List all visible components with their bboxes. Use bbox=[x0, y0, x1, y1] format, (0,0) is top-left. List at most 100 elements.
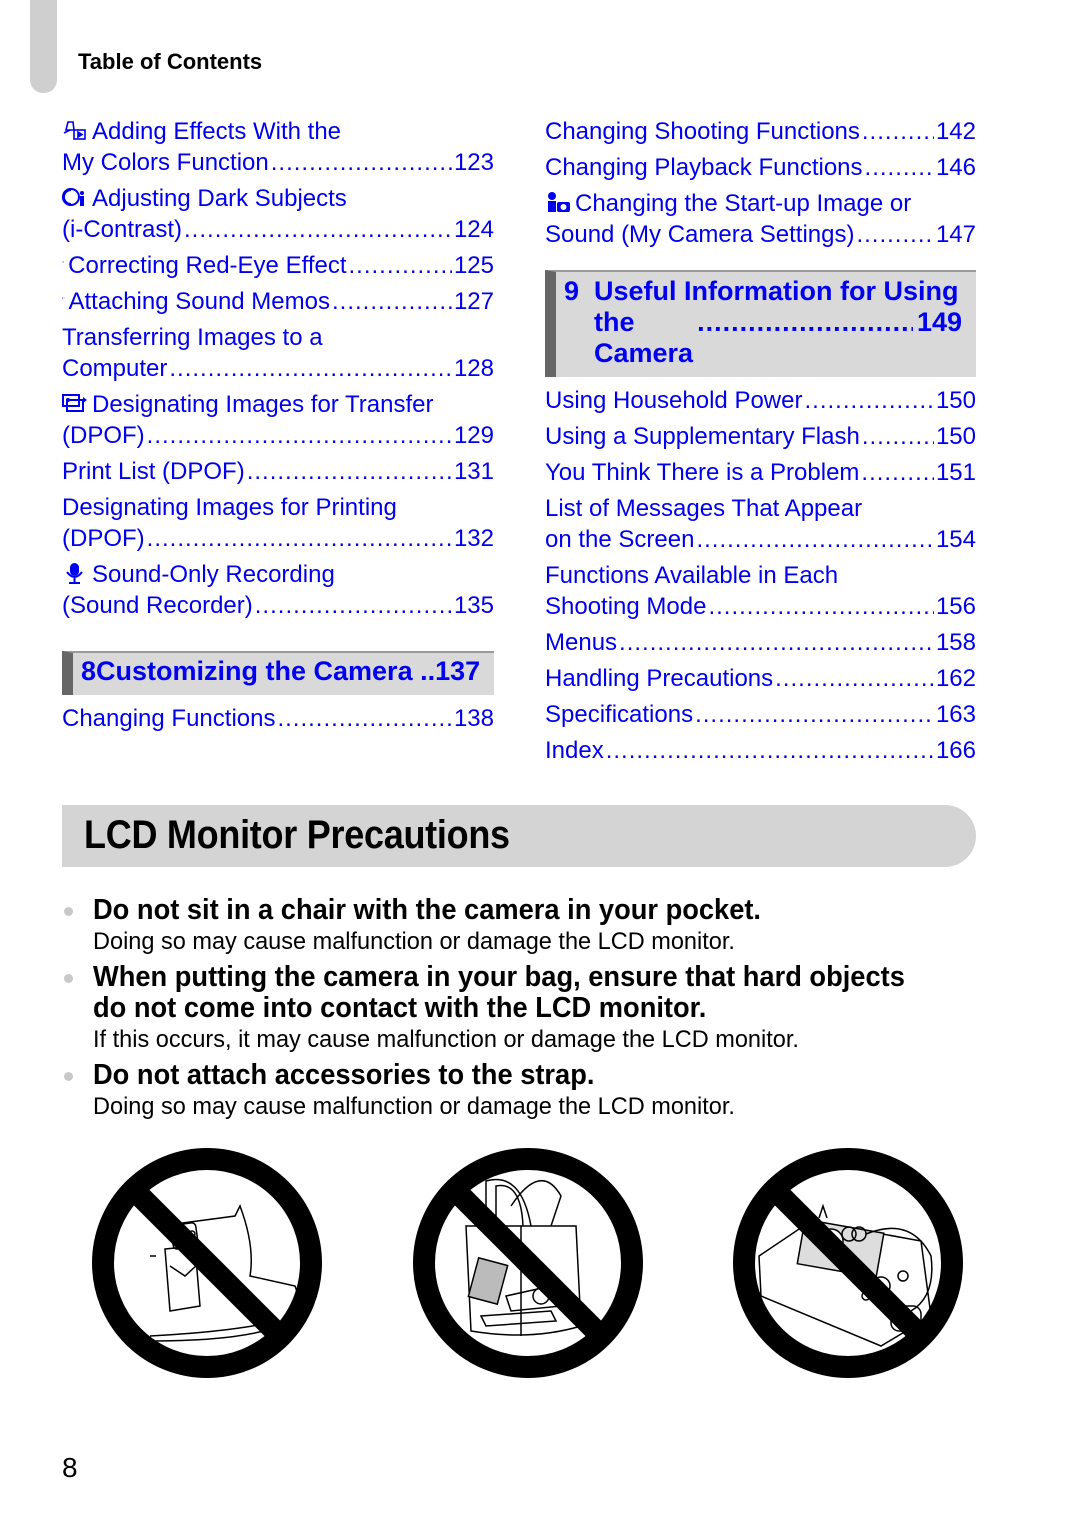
leader-dots bbox=[247, 456, 452, 487]
section-title-line1: Useful Information for Using bbox=[594, 276, 959, 306]
precaution-detail: Doing so may cause malfunction or damage… bbox=[93, 1093, 735, 1120]
toc-entry[interactable]: Using Household Power 150 bbox=[545, 385, 976, 416]
toc-page-number: 129 bbox=[453, 422, 494, 449]
section-number: 9 bbox=[564, 276, 580, 306]
toc-entry[interactable]: Changing Playback Functions 146 bbox=[545, 152, 976, 183]
toc-section-9[interactable]: 9 Useful Information for Using the Camera… bbox=[545, 270, 976, 377]
toc-right-column: Changing Shooting Functions 142 Changing P… bbox=[545, 116, 976, 771]
toc-page-number: 163 bbox=[935, 701, 976, 728]
prohibited-camera-in-bag-illustration bbox=[411, 1146, 645, 1380]
prohibited-sign-icon bbox=[92, 1148, 322, 1378]
toc-entry[interactable]: Changing the Start-up Image or Sound (My … bbox=[545, 188, 976, 250]
leader-dots bbox=[862, 116, 934, 147]
page-number: 8 bbox=[62, 1452, 78, 1483]
precaution-item: When putting the camera in your bag, ens… bbox=[62, 962, 982, 1056]
leader-dots bbox=[184, 214, 452, 245]
bullet-icon bbox=[64, 1072, 73, 1081]
i-contrast-icon bbox=[62, 185, 88, 207]
toc-page-number: 166 bbox=[935, 737, 976, 764]
section-dots: .. bbox=[412, 656, 436, 686]
toc-entry[interactable]: Designating Images for Printing (DPOF) 132 bbox=[62, 492, 494, 554]
toc-page-number: 142 bbox=[935, 118, 976, 145]
toc-entry[interactable]: Handling Precautions 162 bbox=[545, 663, 976, 694]
section-dots bbox=[697, 307, 913, 338]
toc-entry-label: Correcting Red-Eye Effect bbox=[68, 252, 347, 279]
leader-dots bbox=[332, 286, 452, 317]
toc-page-number: 146 bbox=[935, 154, 976, 181]
leader-dots bbox=[865, 152, 934, 183]
leader-dots bbox=[695, 699, 934, 730]
toc-entry[interactable]: You Think There is a Problem 151 bbox=[545, 457, 976, 488]
sound-memo-icon bbox=[62, 286, 65, 308]
toc-page-number: 162 bbox=[935, 665, 976, 692]
toc-entry[interactable]: Transferring Images to a Computer 128 bbox=[62, 322, 494, 384]
precaution-list: Do not sit in a chair with the camera in… bbox=[62, 895, 982, 1127]
toc-page-number: 138 bbox=[453, 705, 494, 732]
toc-entry-label: Designating Images for Printing bbox=[62, 494, 397, 521]
leader-dots bbox=[861, 457, 934, 488]
toc-entry-label: Shooting Mode bbox=[545, 593, 707, 620]
precaution-item: Do not attach accessories to the strap. … bbox=[62, 1060, 982, 1123]
precaution-detail: Doing so may cause malfunction or damage… bbox=[93, 928, 735, 955]
toc-entry-label: Functions Available in Each bbox=[545, 562, 839, 589]
toc-entry-label: Changing Playback Functions bbox=[545, 154, 863, 181]
toc-entry[interactable]: Using a Supplementary Flash 150 bbox=[545, 421, 976, 452]
toc-section-8[interactable]: 8 Customizing the Camera .. 137 bbox=[62, 651, 494, 695]
toc-page-number: 124 bbox=[453, 216, 494, 243]
toc-entry-label: Menus bbox=[545, 629, 618, 656]
toc-page-number: 132 bbox=[453, 525, 494, 552]
toc-entry[interactable]: Print List (DPOF) 131 bbox=[62, 456, 494, 487]
leader-dots bbox=[147, 420, 452, 451]
lcd-precautions-banner: LCD Monitor Precautions bbox=[62, 805, 976, 867]
toc-entry-label: (Sound Recorder) bbox=[62, 592, 253, 619]
toc-entry[interactable]: Specifications 163 bbox=[545, 699, 976, 730]
leader-dots bbox=[775, 663, 934, 694]
toc-entry-label: Print List (DPOF) bbox=[62, 458, 245, 485]
toc-page-number: 151 bbox=[935, 459, 976, 486]
toc-entry[interactable]: Changing Shooting Functions 142 bbox=[545, 116, 976, 147]
toc-entry-label: Changing Shooting Functions bbox=[545, 118, 860, 145]
toc-entry[interactable]: Correcting Red-Eye Effect 125 bbox=[62, 250, 494, 281]
toc-entry[interactable]: Menus 158 bbox=[545, 627, 976, 658]
leader-dots bbox=[696, 524, 934, 555]
section-page: 149 bbox=[916, 307, 962, 337]
bullet-icon bbox=[64, 974, 73, 983]
toc-entry-label: Changing the Start-up Image or bbox=[575, 190, 912, 217]
toc-page-number: 150 bbox=[935, 387, 976, 414]
toc-entry-label: Specifications bbox=[545, 701, 694, 728]
toc-entry[interactable]: Functions Available in Each Shooting Mode… bbox=[545, 560, 976, 622]
toc-entry[interactable]: Index 166 bbox=[545, 735, 976, 766]
toc-entry-label: Designating Images for Transfer bbox=[92, 391, 434, 418]
microphone-icon bbox=[62, 561, 88, 584]
my-colors-icon bbox=[62, 118, 88, 140]
toc-left-column: Adding Effects With the My Colors Functio… bbox=[62, 116, 494, 739]
toc-entry[interactable]: Designating Images for Transfer (DPOF) 129 bbox=[62, 389, 494, 451]
toc-entry[interactable]: Changing Functions 138 bbox=[62, 703, 494, 734]
prohibited-camera-in-pocket-illustration bbox=[90, 1146, 324, 1380]
leader-dots bbox=[277, 703, 451, 734]
toc-page-number: 127 bbox=[453, 288, 494, 315]
transfer-icon bbox=[62, 391, 88, 413]
toc-entry-label: Handling Precautions bbox=[545, 665, 774, 692]
toc-entry-label: (i-Contrast) bbox=[62, 216, 183, 243]
toc-entry[interactable]: List of Messages That Appear on the Scree… bbox=[545, 493, 976, 555]
toc-entry-label: Sound-Only Recording bbox=[92, 561, 335, 588]
toc-entry[interactable]: Attaching Sound Memos 127 bbox=[62, 286, 494, 317]
toc-page-number: 150 bbox=[935, 423, 976, 450]
leader-dots bbox=[619, 627, 934, 658]
running-head: Table of Contents bbox=[78, 49, 263, 74]
leader-dots bbox=[804, 385, 933, 416]
prohibited-sign-icon bbox=[733, 1148, 963, 1378]
toc-entry[interactable]: Sound-Only Recording (Sound Recorder) 135 bbox=[62, 559, 494, 621]
toc-entry[interactable]: Adjusting Dark Subjects (i-Contrast) 124 bbox=[62, 183, 494, 245]
toc-entry-label: on the Screen bbox=[545, 526, 695, 553]
toc-page-number: 154 bbox=[935, 526, 976, 553]
toc-entry-label: List of Messages That Appear bbox=[545, 495, 863, 522]
bullet-icon bbox=[64, 907, 73, 916]
toc-page-number: 147 bbox=[935, 221, 976, 248]
toc-entry-label: You Think There is a Problem bbox=[545, 459, 860, 486]
toc-entry[interactable]: Adding Effects With the My Colors Functio… bbox=[62, 116, 494, 178]
prohibited-sign-icon bbox=[413, 1148, 643, 1378]
toc-entry-label: Attaching Sound Memos bbox=[68, 288, 330, 315]
leader-dots bbox=[147, 523, 452, 554]
